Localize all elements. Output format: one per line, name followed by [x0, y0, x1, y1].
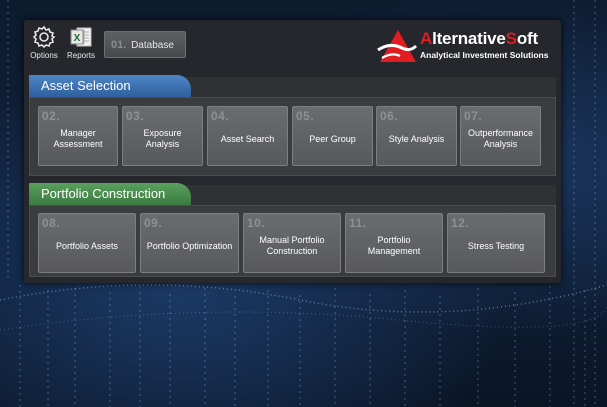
tile-style-analysis[interactable]: 06. Style Analysis [376, 106, 457, 166]
brand-name: AlternativeSoft [420, 29, 538, 48]
tile-number: 06. [380, 109, 399, 123]
alternativesoft-logo: AlternativeSoft Analytical Investment So… [376, 28, 558, 64]
tile-label: Style Analysis [388, 133, 445, 144]
brand-tagline: Analytical Investment Solutions [420, 50, 549, 60]
tile-label: Manager Assessment [53, 128, 103, 149]
options-button[interactable]: Options [27, 24, 61, 60]
tile-number: 04. [211, 109, 230, 123]
reports-label: Reports [66, 51, 95, 60]
database-label: Database [131, 40, 174, 51]
tile-manual-portfolio-construction[interactable]: 10. Manual Portfolio Construction [243, 213, 341, 273]
database-button[interactable]: 01. Database [104, 31, 186, 58]
tile-portfolio-assets[interactable]: 08. Portfolio Assets [38, 213, 136, 273]
tile-label: Portfolio Management [367, 235, 421, 256]
logo-mark-icon [377, 30, 418, 62]
portfolio-construction-title: Portfolio Construction [29, 183, 191, 205]
gear-icon [27, 24, 61, 50]
tile-label: Peer Group [309, 133, 356, 144]
tile-number: 08. [42, 216, 61, 230]
svg-text:X: X [74, 33, 81, 44]
tile-asset-search[interactable]: 04. Asset Search [207, 106, 288, 166]
tile-manager-assessment[interactable]: 02. Manager Assessment [38, 106, 118, 166]
tile-number: 07. [464, 109, 483, 123]
tile-label: Portfolio Optimization [146, 240, 233, 251]
tile-label: Exposure Analysis [143, 128, 182, 149]
excel-icon: X [64, 24, 98, 50]
tile-number: 09. [144, 216, 163, 230]
tile-number: 10. [247, 216, 266, 230]
tile-label: Stress Testing [467, 240, 525, 251]
tile-peer-group[interactable]: 05. Peer Group [292, 106, 373, 166]
database-number: 01. [111, 39, 127, 51]
tile-portfolio-management[interactable]: 11. Portfolio Management [345, 213, 443, 273]
tile-label: Outperformance Analysis [467, 128, 534, 149]
tile-stress-testing[interactable]: 12. Stress Testing [447, 213, 545, 273]
tile-portfolio-optimization[interactable]: 09. Portfolio Optimization [140, 213, 239, 273]
tile-outperformance-analysis[interactable]: 07. Outperformance Analysis [460, 106, 541, 166]
tile-label: Manual Portfolio Construction [259, 235, 325, 256]
tile-number: 03. [126, 109, 145, 123]
reports-button[interactable]: X Reports [64, 24, 98, 60]
tile-exposure-analysis[interactable]: 03. Exposure Analysis [122, 106, 203, 166]
tile-number: 02. [42, 109, 61, 123]
options-label: Options [30, 51, 58, 60]
tile-label: Portfolio Assets [55, 240, 119, 251]
asset-selection-title: Asset Selection [29, 75, 191, 97]
tile-number: 05. [296, 109, 315, 123]
portfolio-construction-section: 08. Portfolio Assets 09. Portfolio Optim… [29, 205, 556, 277]
tile-number: 12. [451, 216, 470, 230]
asset-selection-section: 02. Manager Assessment 03. Exposure Anal… [29, 97, 556, 176]
tile-label: Asset Search [220, 133, 275, 144]
tile-number: 11. [349, 216, 367, 230]
